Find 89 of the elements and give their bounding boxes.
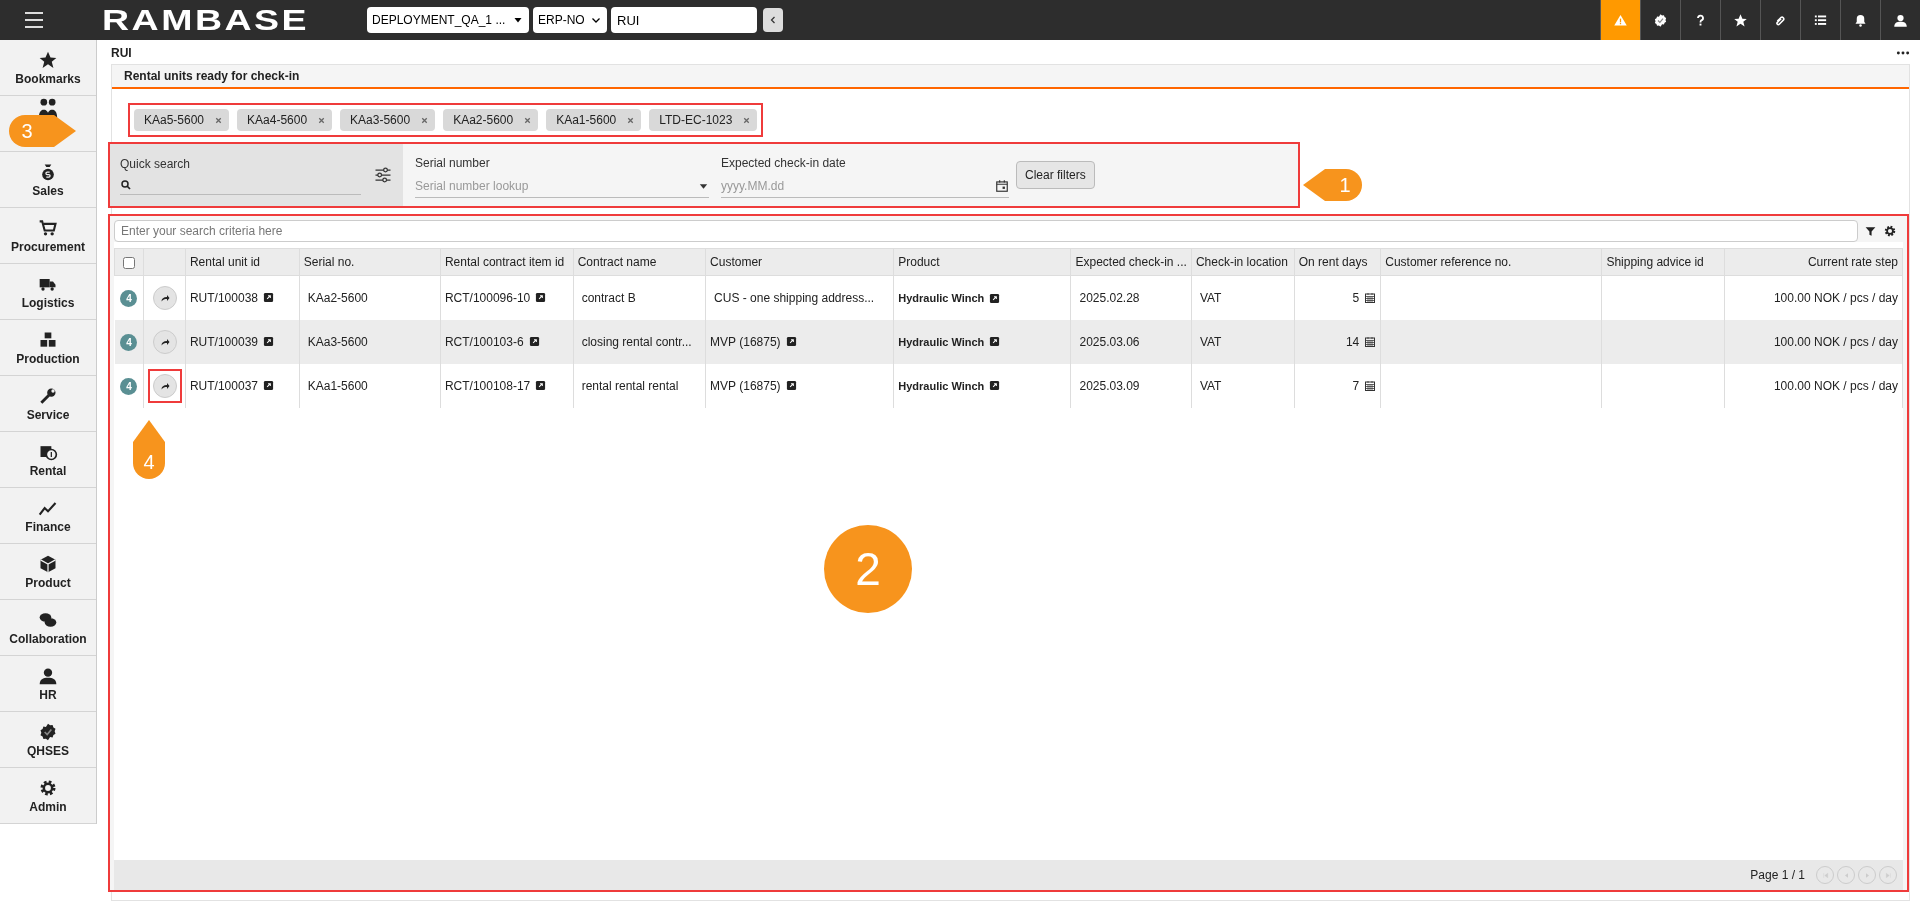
sidebar-item[interactable]: Admin	[0, 768, 96, 824]
field-placeholder: Serial number lookup	[415, 178, 529, 195]
panel-title: Rental units ready for check-in	[124, 68, 300, 85]
table-row[interactable]: 4 RUT/100037 KAa1-5600 RCT/100108-17 rental rental rental MVP (16875) Hydraulic Winch 2025.03.09 VAT 7 100.00 NOK / pcs / day	[114, 363, 1903, 408]
column-header[interactable]: Rental contract item id	[440, 248, 574, 276]
table-cell-text: KAa2-5600	[306, 290, 368, 305]
dropdown-value: DEPLOYMENT_QA_1 ...	[372, 12, 506, 29]
count-badge: 4	[120, 333, 138, 351]
table-cell-text: 7	[1352, 377, 1360, 395]
table-cell-text: rental rental rental	[580, 378, 679, 393]
search-field[interactable]: RUI	[611, 7, 757, 33]
table-cell-text: RCT/100096-10	[444, 289, 531, 307]
column-header[interactable]: Check-in location	[1191, 248, 1295, 276]
table-cell-text: KAa1-5600	[306, 378, 368, 393]
count-badge: 4	[120, 289, 138, 307]
field-placeholder: yyyy.MM.dd	[721, 178, 785, 195]
column-header[interactable]: Current rate step	[1724, 248, 1903, 276]
page-indicator: Page 1 / 1	[1750, 867, 1805, 884]
sidebar-item[interactable]: QHSES	[0, 712, 96, 768]
table-cell: 100.00 NOK / pcs / day	[1773, 334, 1898, 349]
table-cell-text: VAT	[1198, 290, 1222, 305]
sidebar-item[interactable]: Bookmarks	[0, 40, 96, 96]
table-cell-text: Hydraulic Winch	[898, 334, 985, 350]
callout-marker: 2	[822, 523, 914, 615]
table-cell-text: 14	[1345, 333, 1360, 351]
sidebar-item[interactable]: Logistics	[0, 264, 96, 320]
table-cell: 100.00 NOK / pcs / day	[1773, 378, 1898, 393]
field-label: Quick search	[120, 156, 192, 173]
tag-label: KAa4-5600	[247, 112, 308, 129]
column-header[interactable]: Customer reference no.	[1380, 248, 1602, 276]
tag-label: KAa5-5600	[144, 112, 205, 129]
callout-marker: 1	[1303, 166, 1365, 204]
table-cell-text: VAT	[1198, 378, 1222, 393]
sidebar-item[interactable]: Finance	[0, 488, 96, 544]
sidebar-item[interactable]: Production	[0, 320, 96, 376]
table-cell-text: RCT/100103-6	[444, 333, 524, 351]
date-field[interactable]: Expected check-in date yyyy.MM.dd	[721, 154, 1009, 198]
table-cell-text: RUT/100037	[189, 377, 258, 395]
column-header[interactable]: Rental unit id	[185, 248, 300, 276]
table-cell-text: MVP (16875)	[710, 333, 781, 351]
column-header[interactable]: On rent days	[1294, 248, 1381, 276]
environment-dropdown[interactable]: DEPLOYMENT_QA_1 ...	[367, 7, 529, 33]
sidebar-item[interactable]: Product	[0, 544, 96, 600]
page-title: RUI	[111, 45, 132, 62]
column-header[interactable]: Customer	[705, 248, 894, 276]
clear-filters-button[interactable]: Clear filters	[1016, 161, 1095, 189]
table-cell-text: contract B	[580, 290, 636, 305]
column-header[interactable]: Shipping advice id	[1601, 248, 1725, 276]
company-dropdown[interactable]: ERP-NO	[533, 7, 607, 33]
sidebar-item[interactable]: Collaboration	[0, 600, 96, 656]
tag-label: KAa2-5600	[453, 112, 514, 129]
table-cell: 100.00 NOK / pcs / day	[1773, 290, 1898, 305]
table-cell-text: CUS - one shipping address...	[713, 290, 875, 305]
tag-label: KAa3-5600	[350, 112, 411, 129]
field-label: Expected check-in date	[721, 155, 847, 172]
sidebar-item[interactable]: HR	[0, 656, 96, 712]
table-cell-text: MVP (16875)	[710, 377, 781, 395]
table-row[interactable]: 4 RUT/100039 KAa3-5600 RCT/100103-6 closing rental contr... MVP (16875) Hydraulic Winch 2025.03.06 VAT 14 100.00 NOK / pcs / day	[114, 319, 1903, 364]
table-cell-text: VAT	[1198, 334, 1222, 349]
table-cell-text: RUT/100039	[189, 333, 258, 351]
field-label: Serial number	[415, 155, 491, 172]
sidebar-item[interactable]: Procurement	[0, 208, 96, 264]
tag-label: LTD-EC-1023	[659, 112, 733, 129]
column-header[interactable]: Contract name	[573, 248, 706, 276]
serial-number-field[interactable]: Serial number Serial number lookup	[415, 154, 709, 198]
table-cell-text: 5	[1352, 289, 1360, 307]
callout-marker: 3	[6, 112, 76, 150]
table-cell-text: 2025.03.06	[1078, 334, 1140, 349]
table-cell-text: 2025.03.09	[1078, 378, 1140, 393]
table-cell-text: 2025.02.28	[1078, 290, 1140, 305]
column-header[interactable]: Serial no.	[299, 248, 441, 276]
table-cell-text: KAa3-5600	[306, 334, 368, 349]
count-badge: 4	[120, 377, 138, 395]
quick-search-field[interactable]: Quick search	[120, 155, 361, 195]
table-row[interactable]: 4 RUT/100038 KAa2-5600 RCT/100096-10 contract B CUS - one shipping address... Hydraulic Winch 2025.02.28 VAT 5 100.00 NOK / pcs / day	[114, 275, 1903, 320]
tag-label: KAa1-5600	[556, 112, 617, 129]
callout-marker: 4	[130, 420, 168, 482]
column-header[interactable]: Expected check-in ...	[1071, 248, 1192, 276]
table-cell-text: Hydraulic Winch	[898, 378, 985, 394]
table-cell-text: RUT/100038	[189, 289, 258, 307]
dropdown-value: ERP-NO	[538, 12, 585, 29]
sidebar-item[interactable]: Service	[0, 376, 96, 432]
column-header[interactable]: Product	[893, 248, 1071, 276]
sidebar-item[interactable]: Sales	[0, 152, 96, 208]
table-cell-text: Hydraulic Winch	[898, 290, 985, 306]
table-cell-text: closing rental contr...	[580, 334, 692, 349]
table-cell-text: RCT/100108-17	[444, 377, 531, 395]
sidebar-item[interactable]: Rental	[0, 432, 96, 488]
search-criteria-field[interactable]: Enter your search criteria here	[114, 220, 1858, 242]
